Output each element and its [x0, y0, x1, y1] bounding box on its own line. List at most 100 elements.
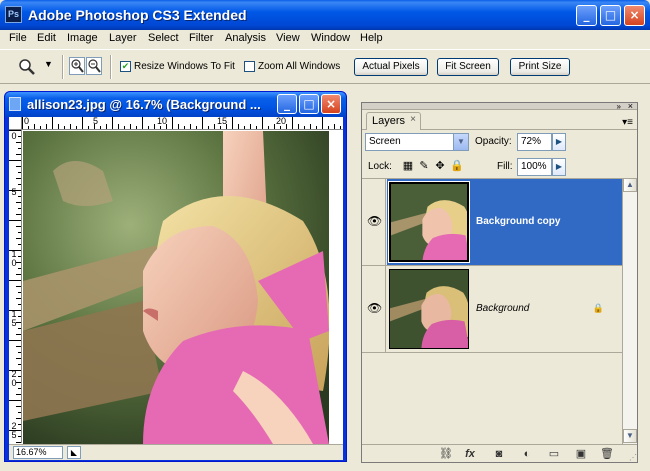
status-menu-arrow-icon[interactable]: ◣ [67, 446, 81, 459]
maximize-button[interactable]: □ [600, 5, 621, 26]
panel-close-icon[interactable]: × [628, 101, 633, 111]
ruler-tick [238, 124, 239, 129]
zoom-all-windows-checkbox[interactable] [244, 61, 255, 72]
minimize-icon: _ [583, 8, 590, 22]
tool-preset-dropdown-icon[interactable]: ▼ [44, 59, 53, 69]
menu-layer[interactable]: Layer [109, 32, 137, 44]
document-status-bar: 16.67% ◣ [9, 444, 343, 460]
ruler-tick [190, 124, 191, 129]
fit-screen-button[interactable]: Fit Screen [437, 58, 499, 76]
resize-grip-icon[interactable]: ⋰ [629, 453, 637, 462]
panel-menu-icon[interactable]: ▾≡ [622, 117, 633, 128]
fill-slider-arrow-icon[interactable]: ▶ [552, 158, 566, 176]
doc-maximize-button[interactable]: □ [299, 94, 319, 114]
scroll-down-icon[interactable]: ▼ [623, 429, 637, 443]
blend-mode-select[interactable]: Screen ▼ [365, 133, 469, 151]
resize-windows-label: Resize Windows To Fit [134, 61, 235, 72]
layer-row-background-copy[interactable]: 👁 Background copy [362, 179, 622, 266]
menu-select[interactable]: Select [148, 32, 179, 44]
layer-name[interactable]: Background [476, 303, 529, 314]
lock-all-icon[interactable]: 🔒 [450, 160, 464, 172]
menu-view[interactable]: View [276, 32, 300, 44]
ruler-tick [274, 124, 275, 129]
vertical-ruler[interactable]: 0 5 10 15 20 25 [9, 130, 22, 443]
ruler-tick [280, 126, 281, 129]
options-bar: ▼ ✔ Resize Windows To Fit Zoom All Windo… [0, 49, 650, 84]
zoom-out-icon [88, 59, 101, 73]
layer-body[interactable]: Background copy [387, 179, 622, 265]
ruler-tick [16, 142, 21, 143]
menu-filter[interactable]: Filter [189, 32, 213, 44]
lock-image-pixels-icon[interactable]: ✎ [418, 160, 430, 172]
ruler-tick [88, 126, 89, 129]
ruler-tick [18, 376, 21, 377]
scroll-up-icon[interactable]: ▲ [623, 178, 637, 192]
ruler-tick [18, 304, 21, 305]
new-layer-icon[interactable]: ▣ [574, 447, 588, 461]
lock-position-icon[interactable]: ✥ [434, 160, 446, 172]
ruler-origin[interactable] [9, 117, 22, 130]
link-icon[interactable]: ⛓ [439, 447, 453, 461]
ruler-h-label: 10 [157, 117, 168, 126]
ruler-tick [46, 124, 47, 129]
document-window: allison23.jpg @ 16.7% (Background ... _ … [4, 91, 347, 462]
layer-body[interactable]: Background 🔒 [387, 266, 622, 352]
ruler-tick [9, 340, 21, 341]
collapse-panel-icon[interactable]: » [617, 102, 621, 111]
ruler-tick [220, 126, 221, 129]
group-icon[interactable]: ▭ [547, 447, 561, 461]
menu-help[interactable]: Help [360, 32, 383, 44]
minimize-button[interactable]: _ [576, 5, 597, 26]
menu-file[interactable]: File [9, 32, 27, 44]
fill-field[interactable]: 100% [517, 158, 552, 176]
eye-icon: 👁 [367, 214, 383, 228]
ruler-tick [16, 394, 21, 395]
resize-windows-checkbox[interactable]: ✔ [120, 61, 131, 72]
document-titlebar[interactable]: allison23.jpg @ 16.7% (Background ... _ … [5, 92, 346, 117]
layer-visibility-toggle[interactable]: 👁 [362, 179, 386, 265]
lock-icon: 🔒 [592, 303, 604, 313]
menu-analysis[interactable]: Analysis [225, 32, 266, 44]
lock-transparent-pixels-icon[interactable]: ▦ [402, 160, 414, 172]
doc-minimize-button[interactable]: _ [277, 94, 297, 114]
close-button[interactable]: × [624, 5, 645, 26]
layer-visibility-toggle[interactable]: 👁 [362, 266, 386, 352]
adjustment-icon[interactable]: ◐ [520, 447, 534, 461]
zoom-out-button[interactable] [86, 57, 102, 75]
doc-close-button[interactable]: × [321, 94, 341, 114]
tab-layers[interactable]: Layers × [366, 112, 421, 130]
zoom-in-button[interactable] [69, 57, 85, 75]
ruler-tick [18, 172, 21, 173]
layer-row-background[interactable]: 👁 Background 🔒 [362, 266, 622, 353]
menu-image[interactable]: Image [67, 32, 98, 44]
mask-icon[interactable]: ◙ [492, 447, 506, 461]
fx-icon[interactable]: fx [463, 447, 477, 461]
tab-close-icon[interactable]: × [410, 114, 416, 125]
ruler-tick [202, 117, 203, 129]
ruler-v-label: 5 [11, 187, 17, 197]
photoshop-logo-icon: Ps [5, 6, 22, 23]
print-size-button[interactable]: Print Size [510, 58, 570, 76]
ruler-tick [154, 124, 155, 129]
trash-icon[interactable]: 🗑 [600, 447, 614, 461]
panel-header-strip[interactable]: » × [362, 101, 637, 111]
ruler-tick [18, 136, 21, 137]
zoom-level-field[interactable]: 16.67% [13, 446, 63, 459]
opacity-field[interactable]: 72% [517, 133, 552, 151]
image-canvas[interactable] [23, 131, 329, 444]
layer-name[interactable]: Background copy [476, 216, 560, 227]
ruler-tick [40, 126, 41, 129]
minimize-icon: _ [284, 97, 290, 111]
opacity-slider-arrow-icon[interactable]: ▶ [552, 133, 566, 151]
ruler-tick [18, 424, 21, 425]
menu-edit[interactable]: Edit [37, 32, 56, 44]
opacity-label: Opacity: [475, 136, 512, 147]
actual-pixels-button[interactable]: Actual Pixels [354, 58, 428, 76]
layers-scrollbar[interactable]: ▲ ▼ [622, 178, 637, 444]
ruler-tick [340, 126, 341, 129]
menu-window[interactable]: Window [311, 32, 350, 44]
zoom-tool-icon[interactable] [16, 58, 38, 76]
ruler-tick [322, 117, 323, 129]
chevron-down-icon[interactable]: ▼ [453, 134, 468, 150]
horizontal-ruler[interactable]: 0 5 10 15 20 [22, 117, 343, 130]
